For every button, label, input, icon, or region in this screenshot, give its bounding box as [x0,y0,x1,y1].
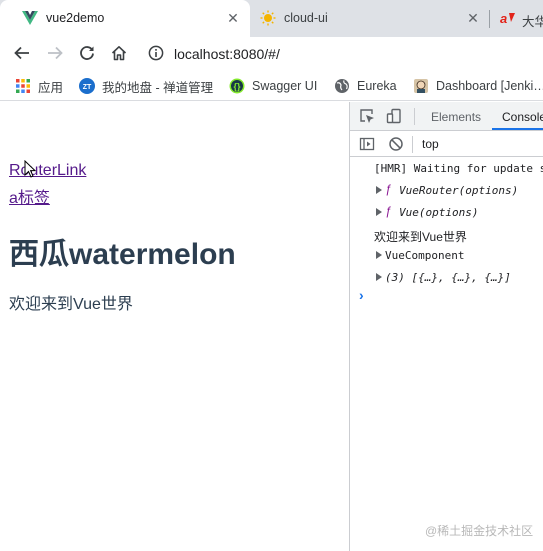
clear-console-icon[interactable] [388,136,404,152]
forward-button[interactable] [43,41,67,65]
url-text[interactable]: localhost:8080/#/ [174,46,280,62]
home-icon [111,46,127,61]
active-tab-indicator [492,128,543,130]
browser-toolbar: localhost:8080/#/ [0,37,543,70]
close-tab-icon[interactable]: ✕ [464,9,482,27]
tab-strip: vue2demo ✕ cloud-ui ✕ a 大华 [0,0,543,37]
tab-title: cloud-ui [284,11,328,25]
a-tag-link[interactable]: a标签 [9,184,50,208]
console-prompt-icon[interactable]: › [359,288,369,302]
tab-console[interactable]: Console [502,110,543,124]
console-line-welcome: 欢迎来到Vue世界 [350,224,543,246]
bookmark-label: Swagger UI [252,79,318,93]
info-icon[interactable] [148,45,164,61]
svg-text:{}: {} [233,82,241,92]
expand-triangle-icon[interactable] [376,186,382,194]
bookmark-swagger[interactable]: {} Swagger UI [229,76,317,96]
watermark: @稀土掘金技术社区 [425,524,534,538]
reload-button[interactable] [75,41,99,65]
tab-title: 大华 [522,15,543,29]
inspect-element-icon[interactable] [359,108,375,124]
expand-triangle-icon[interactable] [376,251,382,259]
console-line-hmr: [HMR] Waiting for update s [350,158,543,180]
bookmark-eureka[interactable]: Eureka [334,76,397,96]
mouse-cursor-icon [24,160,36,178]
bookmark-apps[interactable]: 应用 [15,76,63,96]
function-glyph: ƒ [385,184,392,196]
arrow-left-icon [14,46,29,60]
tab-title: vue2demo [46,11,105,25]
tab-elements[interactable]: Elements [431,110,481,124]
devtools-panel: Elements Console top [HMR] Waiting for u… [349,102,543,551]
console-line-vuecomponent[interactable]: VueComponent [350,245,543,267]
page-heading: 西瓜watermelon [9,238,236,271]
jenkins-icon [414,79,428,93]
sidebar-toggle-icon[interactable] [359,136,375,152]
address-bar[interactable]: localhost:8080/#/ [140,40,543,67]
home-button[interactable] [107,41,131,65]
device-toolbar-icon[interactable] [386,108,402,124]
bookmark-label: Eureka [357,79,397,93]
router-link[interactable]: RouterLink [9,162,86,180]
arrow-right-icon [48,46,63,60]
console-text: [HMR] Waiting for update s [374,162,543,175]
svg-text:ZT: ZT [83,84,92,91]
swagger-icon: {} [229,78,245,94]
console-text: VueRouter(options) [399,184,519,197]
tab-vue2demo[interactable]: vue2demo ✕ [0,0,250,37]
console-text: 欢迎来到Vue世界 [374,230,467,244]
sun-icon [260,10,276,26]
bookmark-label: 我的地盘 - 禅道管理 [102,80,214,95]
bookmark-label: Dashboard [Jenki… [436,79,543,93]
close-tab-icon[interactable]: ✕ [224,9,242,27]
zentao-icon: ZT [79,78,95,94]
back-button[interactable] [10,41,34,65]
tab-dahua[interactable]: a 大华 [490,0,543,37]
reload-icon [80,46,94,60]
console-line-array[interactable]: (3) [{…}, {…}, {…}] [350,267,543,289]
vue-logo-icon [22,11,38,25]
bookmark-jenkins[interactable]: Dashboard [Jenki… [413,76,543,96]
bookmark-label: 应用 [38,80,64,95]
toolbar-divider [412,136,413,153]
apps-grid-icon [16,79,30,93]
devtools-tabbar: Elements Console [350,102,543,131]
svg-text:a: a [500,11,507,26]
console-line-vuerouter[interactable]: ƒ VueRouter(options) [350,180,543,202]
welcome-text: 欢迎来到Vue世界 [9,296,133,313]
tab-cloud-ui[interactable]: cloud-ui ✕ [250,0,490,37]
page-viewport: RouterLink a标签 西瓜watermelon 欢迎来到Vue世界 [0,102,349,551]
bookmark-zentao[interactable]: ZT 我的地盘 - 禅道管理 [79,76,213,96]
console-toolbar: top [350,132,543,157]
dahua-logo-icon: a [500,11,515,26]
console-text: (3) [{…}, {…}, {…}] [385,271,511,284]
function-glyph: ƒ [385,206,392,218]
console-text: Vue(options) [399,206,479,219]
console-text: VueComponent [385,249,465,262]
toolbar-divider [414,108,415,125]
context-selector[interactable]: top [422,137,439,151]
expand-triangle-icon[interactable] [376,208,382,216]
globe-icon [335,79,349,93]
console-line-vue[interactable]: ƒ Vue(options) [350,202,543,224]
bookmarks-bar: 应用 ZT 我的地盘 - 禅道管理 {} Swagger UI Eureka D… [0,70,543,101]
expand-triangle-icon[interactable] [376,273,382,281]
